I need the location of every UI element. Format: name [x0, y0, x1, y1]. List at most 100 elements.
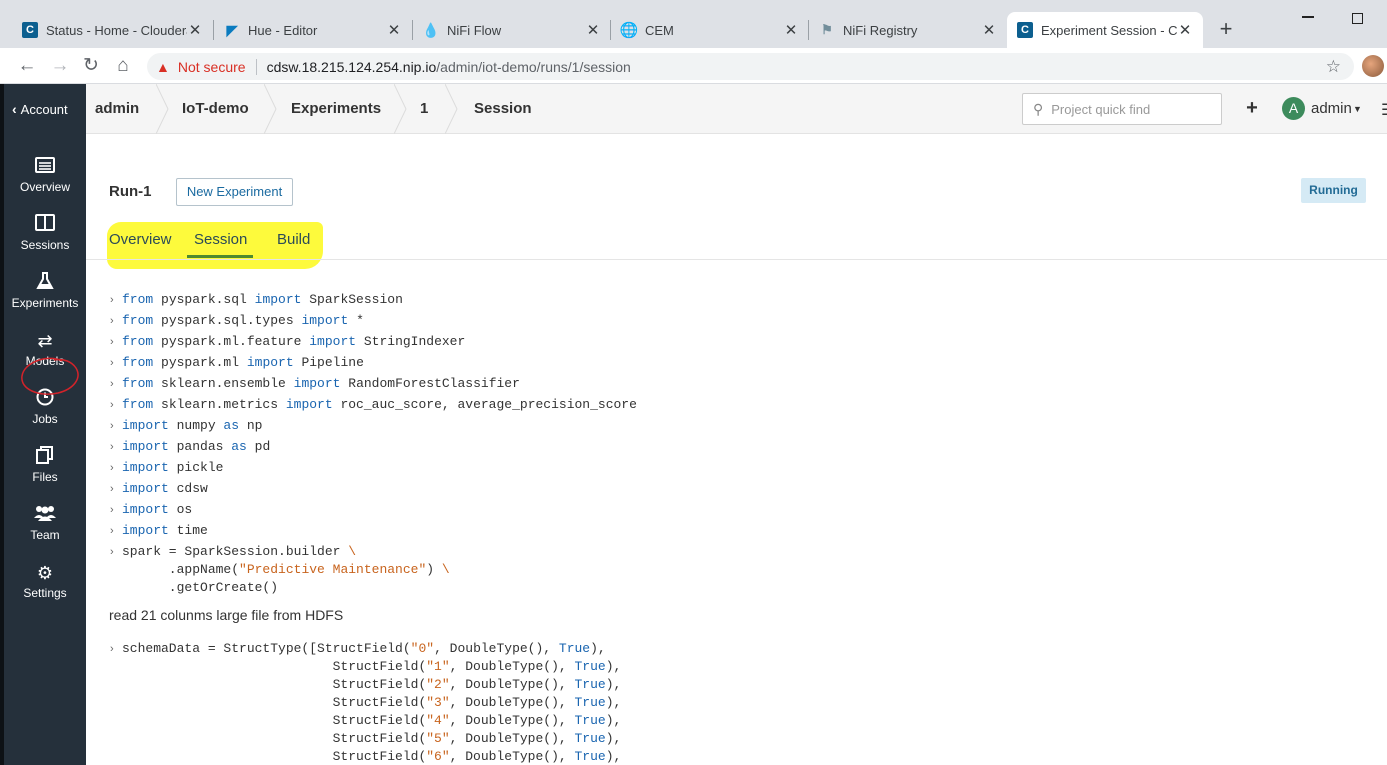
- browser-tab-strip: C Status - Home - Cloudera ✕ ◤ Hue - Edi…: [0, 0, 1387, 48]
- gear-icon: ⚙: [36, 563, 54, 583]
- breadcrumb-run-1[interactable]: 1: [420, 84, 428, 134]
- forward-arrow-icon[interactable]: →: [48, 54, 72, 78]
- code-line: StructField("5", DoubleType(), True),: [122, 731, 622, 746]
- maximize-window-button[interactable]: [1352, 13, 1363, 24]
- nifi-registry-icon: ⚑: [821, 22, 833, 37]
- chevron-down-icon[interactable]: ▼: [1353, 100, 1362, 118]
- close-icon[interactable]: ✕: [187, 21, 203, 39]
- sidebar-item-jobs[interactable]: Jobs: [4, 388, 86, 446]
- browser-tab-hue-editor[interactable]: ◤ Hue - Editor ✕: [202, 12, 412, 48]
- sidebar-item-label: Overview: [19, 180, 70, 194]
- cell-expand-chevron-icon[interactable]: ›: [110, 312, 114, 330]
- code-line: StructField("2", DoubleType(), True),: [122, 677, 622, 692]
- sidebar-item-label: Files: [32, 470, 58, 484]
- sidebar-item-models[interactable]: ⇄ Models: [4, 330, 86, 388]
- code-line: StructField("1", DoubleType(), True),: [122, 659, 622, 674]
- browser-tab-nifi-flow[interactable]: 💧 NiFi Flow ✕: [401, 12, 611, 48]
- files-icon: [4, 446, 86, 468]
- sidebar-item-sessions[interactable]: Sessions: [4, 214, 86, 272]
- avatar[interactable]: A: [1282, 97, 1305, 120]
- close-icon[interactable]: ✕: [981, 21, 997, 39]
- search-icon: ⚲: [1033, 100, 1044, 117]
- breadcrumb-admin[interactable]: admin: [95, 84, 139, 134]
- breadcrumb: admin IoT-demo Experiments 1 Session ⚲ +…: [86, 84, 1387, 134]
- sidebar-item-team[interactable]: Team: [4, 504, 86, 562]
- browser-tab-cem[interactable]: 🌐 CEM ✕: [599, 12, 809, 48]
- flask-icon: [4, 272, 86, 294]
- globe-icon: 🌐: [619, 22, 639, 39]
- cell-expand-chevron-icon[interactable]: ›: [110, 459, 114, 477]
- account-label: Account: [20, 101, 68, 117]
- code-line: spark = SparkSession.builder \: [122, 544, 357, 559]
- code-line: import pickle: [122, 460, 224, 475]
- bookmark-star-icon[interactable]: ☆: [1326, 57, 1341, 77]
- new-tab-button[interactable]: +: [1214, 18, 1238, 42]
- breadcrumb-session: Session: [474, 100, 532, 117]
- cell-expand-chevron-icon[interactable]: ›: [110, 522, 114, 540]
- url-path: /admin/iot-demo/runs/1/session: [436, 58, 631, 75]
- code-line: .getOrCreate(): [122, 580, 279, 595]
- cell-expand-chevron-icon[interactable]: ›: [110, 396, 114, 414]
- tab-overview[interactable]: Overview: [109, 231, 172, 248]
- new-experiment-button[interactable]: New Experiment: [176, 178, 293, 206]
- tab-build[interactable]: Build: [277, 231, 310, 248]
- back-arrow-icon[interactable]: ←: [15, 54, 39, 78]
- close-icon[interactable]: ✕: [1177, 21, 1193, 39]
- code-line: StructField("6", DoubleType(), True),: [122, 749, 622, 764]
- browser-tab-nifi-registry[interactable]: ⚑ NiFi Registry ✕: [797, 12, 1007, 48]
- cell-expand-chevron-icon[interactable]: ›: [110, 640, 114, 658]
- sidebar-item-experiments[interactable]: Experiments: [4, 272, 86, 330]
- tab-title: NiFi Registry: [843, 22, 918, 38]
- profile-avatar[interactable]: [1362, 55, 1384, 77]
- reload-icon[interactable]: ↻: [79, 54, 103, 78]
- hue-icon: ◤: [226, 21, 238, 38]
- add-button[interactable]: +: [1244, 96, 1260, 120]
- code-line: import numpy as np: [122, 418, 263, 433]
- markdown-note: read 21 colunms large file from HDFS: [109, 607, 344, 623]
- status-badge: Running: [1301, 178, 1366, 203]
- cell-expand-chevron-icon[interactable]: ›: [110, 501, 114, 519]
- home-icon[interactable]: ⌂: [111, 54, 135, 78]
- cell-expand-chevron-icon[interactable]: ›: [110, 417, 114, 435]
- sidebar-item-settings[interactable]: ⚙ Settings: [4, 562, 86, 620]
- chevron-left-icon: ‹: [12, 101, 17, 117]
- project-quick-find[interactable]: ⚲: [1022, 93, 1222, 125]
- user-menu[interactable]: admin: [1311, 100, 1352, 117]
- cell-expand-chevron-icon[interactable]: ›: [110, 354, 114, 372]
- nifi-icon: 💧: [422, 21, 440, 38]
- url-separator: [255, 58, 257, 75]
- sidebar-item-files[interactable]: Files: [4, 446, 86, 504]
- url-bar[interactable]: ▲ Not secure cdsw.18.215.124.254.nip.io /…: [147, 53, 1354, 80]
- search-input[interactable]: [1051, 101, 1202, 117]
- url-host: cdsw.18.215.124.254.nip.io: [266, 58, 437, 75]
- active-tab-indicator: [187, 255, 253, 258]
- code-line: from pyspark.ml.feature import StringInd…: [122, 334, 466, 349]
- tab-session[interactable]: Session: [194, 231, 247, 248]
- cell-expand-chevron-icon[interactable]: ›: [110, 438, 114, 456]
- close-icon[interactable]: ✕: [386, 21, 402, 39]
- sidebar-item-label: Experiments: [11, 296, 79, 310]
- code-line: from pyspark.ml import Pipeline: [122, 355, 364, 370]
- breadcrumb-iot-demo[interactable]: IoT-demo: [182, 84, 249, 134]
- not-secure-label[interactable]: Not secure: [178, 59, 246, 75]
- hamburger-menu-icon[interactable]: ☰: [1381, 100, 1387, 120]
- breadcrumb-divider: [394, 84, 407, 134]
- browser-tab-status-home[interactable]: C Status - Home - Cloudera ✕: [0, 12, 213, 48]
- cell-expand-chevron-icon[interactable]: ›: [110, 480, 114, 498]
- sidebar-item-label: Settings: [23, 586, 67, 600]
- cell-expand-chevron-icon[interactable]: ›: [110, 291, 114, 309]
- minimize-window-button[interactable]: [1302, 16, 1314, 18]
- cell-expand-chevron-icon[interactable]: ›: [110, 543, 114, 561]
- sidebar-item-overview[interactable]: Overview: [4, 156, 86, 214]
- breadcrumb-experiments[interactable]: Experiments: [291, 84, 381, 134]
- code-line: from sklearn.ensemble import RandomFores…: [122, 376, 520, 391]
- cloudera-c-icon: C: [1017, 22, 1033, 38]
- sidebar-item-label: Team: [30, 528, 60, 542]
- account-link[interactable]: ‹ Account: [4, 84, 86, 134]
- cell-expand-chevron-icon[interactable]: ›: [110, 333, 114, 351]
- main-content: Run-1 New Experiment Running Overview Se…: [86, 134, 1387, 765]
- breadcrumb-divider: [156, 84, 169, 134]
- cell-expand-chevron-icon[interactable]: ›: [110, 375, 114, 393]
- browser-tab-experiment-session[interactable]: C Experiment Session - Clou ✕: [1007, 12, 1203, 48]
- sidebar-item-label: Models: [25, 354, 65, 368]
